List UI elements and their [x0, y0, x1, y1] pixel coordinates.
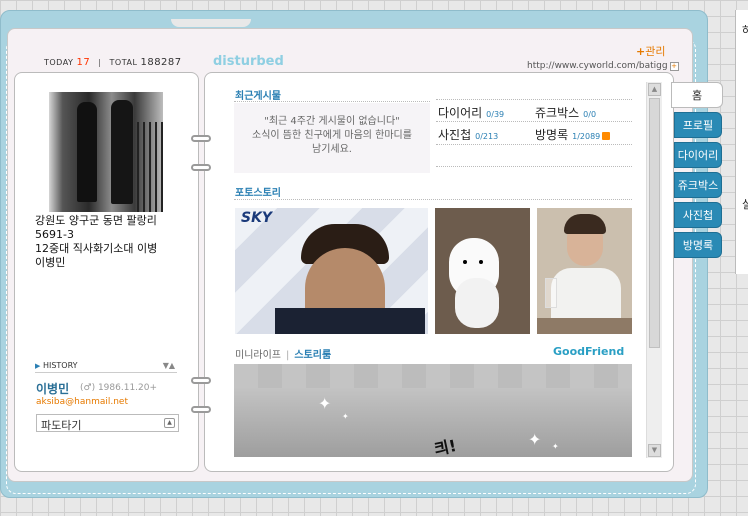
user-meta: (♂) 1986.11.20+: [80, 383, 158, 393]
today-count: 17: [76, 57, 91, 68]
photo-table: [537, 318, 632, 334]
history-label: HISTORY: [42, 361, 78, 370]
divider: [234, 199, 632, 200]
user-name[interactable]: 이병민: [36, 380, 69, 397]
tab-separator: |: [286, 350, 290, 361]
side-panel-text: 실: [742, 198, 748, 211]
menu-count: 1/2089: [572, 132, 601, 141]
divider: [436, 99, 632, 100]
menu-label: 다이어리: [438, 106, 483, 120]
divider: [436, 144, 632, 145]
photo-glass: [545, 278, 557, 308]
sky-logo: SKY: [241, 210, 273, 226]
divider: [234, 101, 430, 102]
surf-select[interactable]: 파도타기 ▲: [36, 414, 179, 432]
homepage-url[interactable]: http://www.cyworld.com/batigg +: [527, 61, 679, 71]
photostory-image[interactable]: [435, 208, 530, 334]
menu-count: 0/39: [486, 110, 505, 119]
tab-diary[interactable]: 다이어리: [674, 142, 722, 168]
surf-select-value: 파도타기: [41, 419, 82, 432]
total-count: 188287: [140, 57, 182, 68]
star-icon: ✦: [552, 442, 559, 451]
url-text: http://www.cyworld.com/batigg: [527, 61, 668, 71]
tab-jukebox[interactable]: 쥬크박스: [674, 172, 722, 198]
today-label: TODAY: [44, 58, 74, 67]
history-toggle-icon[interactable]: ▼▲: [163, 361, 175, 370]
star-icon: ✦: [342, 412, 349, 421]
scroll-up-icon[interactable]: ▲: [648, 83, 661, 96]
tab-profile[interactable]: 프로필: [674, 112, 722, 138]
history-header[interactable]: ▶ HISTORY ▼▲: [35, 361, 177, 373]
star-icon: ✦: [318, 394, 332, 413]
binder-ring-icon: [191, 135, 211, 142]
tab-storyroom[interactable]: 스토리룸: [294, 350, 331, 361]
photo-shirt: [275, 308, 425, 334]
total-label: TOTAL: [109, 58, 138, 67]
photostory-image[interactable]: SKY: [235, 208, 428, 334]
profile-line: 12중대 직사화기소대 이병: [35, 242, 158, 255]
binder-ring-icon: [191, 406, 211, 413]
edit-link[interactable]: +관리: [636, 43, 665, 59]
miniroom-pattern: [234, 364, 632, 388]
content-scrollbar[interactable]: ▲ ▼: [646, 82, 662, 458]
menu-label: 쥬크박스: [535, 106, 580, 120]
photo-dog-eye: [463, 260, 467, 264]
photo-hair: [564, 214, 606, 234]
recent-empty-message: 소식이 뜸한 친구에게 마음의 한마디를: [252, 130, 412, 141]
miniroom-tabs: 미니라이프 | 스토리룸: [235, 346, 331, 361]
dropdown-icon[interactable]: ▲: [164, 418, 175, 428]
goodfriend-label[interactable]: GoodFriend: [553, 345, 624, 358]
history-arrow-icon: ▶: [35, 362, 41, 370]
photo-dog-body: [455, 278, 499, 328]
menu-jukebox[interactable]: 쥬크박스 0/0: [535, 104, 596, 121]
menu-diary[interactable]: 다이어리 0/39: [438, 104, 504, 121]
side-panel-text: 하: [742, 24, 748, 37]
tab-photo-album[interactable]: 사진첩: [674, 202, 722, 228]
menu-count: 0/0: [583, 110, 597, 119]
user-email[interactable]: aksiba@hanmail.net: [36, 397, 128, 407]
rss-icon[interactable]: [602, 131, 611, 140]
tab-guestbook[interactable]: 방명록: [674, 232, 722, 258]
menu-guestbook[interactable]: 방명록 1/2089: [535, 126, 611, 143]
menu-label: 사진첩: [438, 128, 472, 142]
homepage-title: disturbed: [213, 54, 284, 69]
recent-empty-message: 남기세요.: [312, 144, 352, 155]
profile-line: 강원도 양구군 동면 팔랑리 5691-3: [35, 214, 157, 241]
tab-minilife[interactable]: 미니라이프: [235, 350, 281, 361]
edit-label: 관리: [645, 45, 666, 58]
url-plus-icon[interactable]: +: [669, 62, 679, 71]
miniroom-doodle: 킈!: [432, 435, 459, 457]
binder-ring-icon: [191, 164, 211, 171]
tab-home[interactable]: 홈: [671, 82, 723, 108]
photo-figure-left: [77, 102, 97, 202]
binder-ring-icon: [191, 377, 211, 384]
recent-empty-message: "최근 4주간 게시물이 없습니다": [264, 116, 400, 127]
miniroom-canvas[interactable]: ✦ ✦ ✦ ✦ 킈!: [234, 364, 632, 457]
recent-posts-title: 최근게시물: [235, 91, 281, 102]
frame-notch: [171, 19, 251, 27]
divider: [436, 121, 632, 122]
photostory-title: 포토스토리: [235, 188, 281, 199]
counter-separator: |: [98, 58, 102, 67]
divider: [436, 166, 632, 167]
menu-count: 0/213: [475, 132, 499, 141]
scroll-thumb[interactable]: [649, 98, 660, 348]
profile-photo: [49, 92, 163, 212]
photo-dog-eye: [479, 260, 483, 264]
profile-intro: 강원도 양구군 동면 팔랑리 5691-3 12중대 직사화기소대 이병 이병민: [35, 214, 185, 270]
photo-gate: [137, 122, 163, 212]
edit-plus-icon: +: [636, 45, 646, 58]
menu-photo-album[interactable]: 사진첩 0/213: [438, 126, 498, 143]
profile-line: 이병민: [35, 256, 66, 269]
visitor-counter: TODAY 17 | TOTAL 188287: [44, 57, 182, 68]
side-panel: 하 실: [735, 10, 748, 274]
recent-posts-box: "최근 4주간 게시물이 없습니다" 소식이 뜸한 친구에게 마음의 한마디를 …: [234, 103, 430, 173]
photo-figure-right: [111, 100, 133, 204]
star-icon: ✦: [528, 430, 542, 449]
menu-label: 방명록: [535, 128, 569, 142]
photostory-image[interactable]: [537, 208, 632, 334]
scroll-down-icon[interactable]: ▼: [648, 444, 661, 457]
